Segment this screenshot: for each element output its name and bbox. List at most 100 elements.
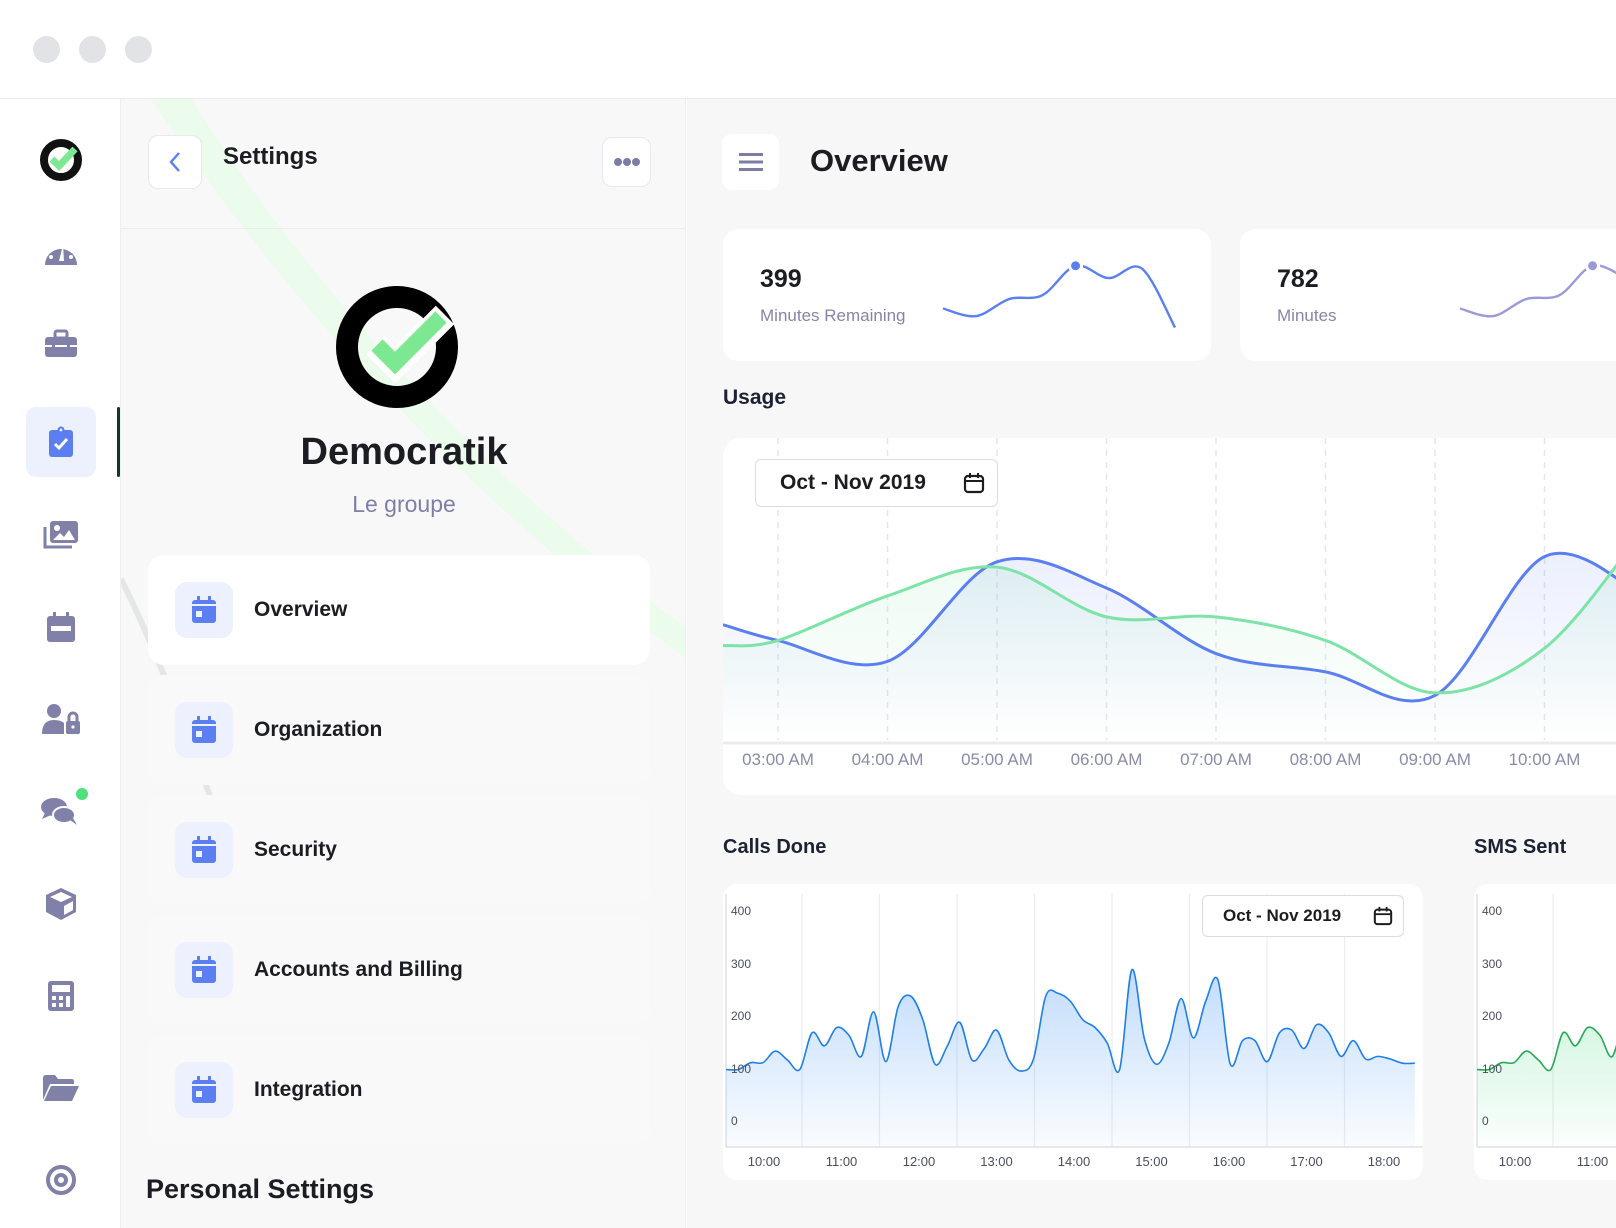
- settings-menu-integration[interactable]: Integration: [148, 1035, 650, 1145]
- menu-label: Integration: [254, 1078, 363, 1101]
- box-icon: [46, 888, 76, 920]
- settings-menu-security[interactable]: Security: [148, 795, 650, 905]
- x-tick-label: 12:00: [902, 1154, 936, 1169]
- calculator-icon: [48, 981, 74, 1011]
- usage-x-tick: 04:00 AM: [851, 750, 924, 769]
- calendar-icon: [192, 716, 216, 743]
- rail-item-user-lock[interactable]: [26, 684, 96, 754]
- back-button[interactable]: [148, 135, 202, 189]
- folder-open-icon: [43, 1075, 79, 1101]
- brand-logo-icon: [40, 139, 82, 181]
- stat-card-minutes-remaining: 399 Minutes Remaining: [723, 229, 1211, 361]
- usage-x-tick: 09:00 AM: [1399, 750, 1471, 769]
- sparkline-highlight-point: [1068, 258, 1084, 274]
- calendar-icon: [47, 612, 75, 642]
- calls-heading: Calls Done: [723, 836, 827, 858]
- x-tick-label: 17:00: [1290, 1154, 1323, 1169]
- usage-x-tick: 08:00 AM: [1289, 750, 1362, 769]
- usage-x-tick: 07:00 AM: [1180, 750, 1252, 769]
- area-fill: [726, 969, 1415, 1147]
- x-tick-label: 15:00: [1135, 1154, 1168, 1169]
- chat-icon: [41, 798, 77, 825]
- rail-item-target[interactable]: [26, 1145, 96, 1215]
- y-tick-label: 400: [1482, 904, 1503, 918]
- rail-item-chat[interactable]: [26, 776, 96, 846]
- org-subtitle: Le groupe: [352, 491, 456, 517]
- notification-badge: [76, 788, 88, 800]
- hamburger-icon: [738, 153, 763, 171]
- window-maximize-button[interactable]: [125, 36, 152, 63]
- window-titlebar: [0, 0, 1616, 99]
- y-tick-label: 300: [1482, 956, 1503, 971]
- x-tick-label: 10:00: [747, 1154, 781, 1169]
- settings-title: Settings: [223, 143, 318, 170]
- x-tick-label: 10:00: [1498, 1154, 1532, 1169]
- window-close-button[interactable]: [33, 36, 60, 63]
- x-tick-label: 16:00: [1212, 1154, 1246, 1169]
- x-tick-label: 18:00: [1367, 1154, 1401, 1169]
- settings-menu-accounts-billing[interactable]: Accounts and Billing: [148, 915, 650, 1025]
- usage-chart-card: Oct - Nov 2019 03:00 AM 04:00 AM 05:00 AM 0…: [723, 438, 1616, 795]
- stat-value: 399: [760, 265, 802, 293]
- calendar-outline-icon: [963, 473, 985, 494]
- settings-panel: Settings Democratik Le groupe Overview O…: [120, 99, 686, 1228]
- stat-label: Minutes: [1277, 306, 1337, 325]
- usage-x-tick: 05:00 AM: [961, 750, 1033, 769]
- calls-date-range-picker[interactable]: Oct - Nov 2019: [1202, 895, 1404, 937]
- usage-x-tick: 06:00 AM: [1070, 750, 1143, 769]
- rail-item-toolbox[interactable]: [26, 309, 96, 379]
- stat-label: Minutes Remaining: [760, 306, 906, 325]
- more-options-button[interactable]: [602, 137, 651, 187]
- x-tick-label: 13:00: [980, 1154, 1013, 1169]
- sparkline-highlight-point: [1585, 258, 1601, 274]
- y-tick-label: 200: [731, 1009, 752, 1023]
- rail-item-box[interactable]: [26, 869, 96, 939]
- menu-label: Accounts and Billing: [254, 958, 463, 981]
- settings-menu-overview[interactable]: Overview: [148, 555, 650, 665]
- menu-label: Overview: [254, 598, 348, 621]
- area-fill: [1477, 1027, 1616, 1147]
- y-tick-label: 100: [731, 1061, 752, 1076]
- clipboard-check-icon: [49, 426, 73, 457]
- rail-item-calculator[interactable]: [26, 961, 96, 1031]
- y-tick-label: 200: [1482, 1009, 1503, 1023]
- rail-item-folder[interactable]: [26, 1053, 96, 1123]
- usage-x-tick: 03:00 AM: [742, 750, 814, 769]
- chevron-left-icon: [169, 152, 180, 172]
- sms-chart: [1476, 894, 1616, 1148]
- sparkline-path: [942, 264, 1177, 329]
- calendar-icon: [192, 596, 216, 623]
- sms-heading: SMS Sent: [1474, 836, 1567, 858]
- settings-menu-organization[interactable]: Organization: [148, 675, 650, 785]
- x-tick-label: 11:00: [825, 1154, 858, 1169]
- calls-chart-card: 0 100 200 300 400 10:00 11:00 12:00 13:00 14:00 15…: [723, 884, 1423, 1180]
- sms-chart-card: 0 100 200 300 400 10:00 11:00: [1474, 884, 1616, 1180]
- menu-label: Organization: [254, 718, 383, 741]
- stat-value: 782: [1277, 265, 1319, 293]
- rail-item-gallery[interactable]: [26, 499, 96, 569]
- calendar-outline-icon: [1373, 906, 1393, 926]
- rail-item-tasks[interactable]: [26, 407, 96, 477]
- stat-card-minutes: 782 Minutes: [1240, 229, 1616, 361]
- icon-rail: [0, 99, 120, 1228]
- y-tick-label: 100: [1482, 1061, 1503, 1076]
- rail-item-calendar[interactable]: [26, 592, 96, 662]
- menu-label: Security: [254, 838, 337, 861]
- usage-date-range-picker[interactable]: Oct - Nov 2019: [755, 459, 998, 507]
- calendar-icon: [192, 1076, 216, 1103]
- org-name: Democratik: [300, 431, 508, 473]
- rail-item-dashboard[interactable]: [26, 217, 96, 287]
- user-lock-icon: [42, 704, 80, 734]
- window-minimize-button[interactable]: [79, 36, 106, 63]
- rail-item-logo[interactable]: [26, 125, 96, 195]
- date-range-label: Oct - Nov 2019: [1223, 906, 1342, 925]
- menu-toggle-button[interactable]: [722, 134, 779, 190]
- calendar-icon: [192, 836, 216, 863]
- overview-main: Overview 399 Minutes Remaining 782 Minut…: [687, 99, 1616, 1228]
- sparkline-minutes-remaining: [942, 258, 1177, 329]
- ellipsis-icon: [613, 158, 640, 166]
- y-tick-label: 0: [731, 1114, 738, 1128]
- y-tick-label: 300: [731, 956, 752, 971]
- org-logo: [336, 286, 458, 408]
- x-tick-label: 14:00: [1057, 1154, 1091, 1169]
